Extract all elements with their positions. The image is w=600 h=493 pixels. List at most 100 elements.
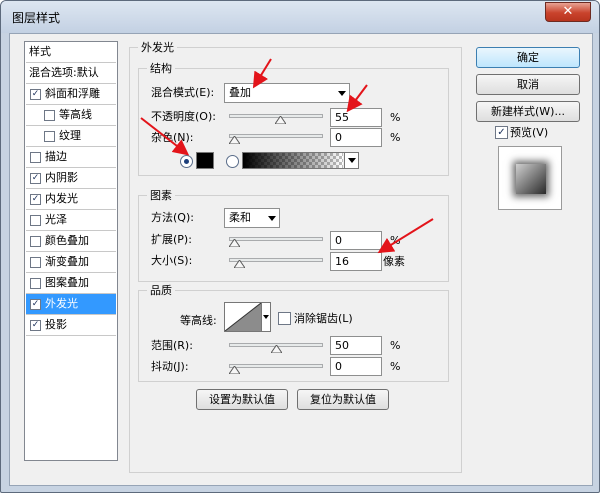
opacity-input[interactable]: 55	[330, 108, 382, 127]
style-list-item[interactable]: 图案叠加	[26, 273, 116, 294]
contour-curve-icon	[225, 303, 261, 331]
range-input[interactable]: 50	[330, 336, 382, 355]
style-list-label: 纹理	[59, 129, 81, 142]
dialog-body: 样式混合选项:默认 ✓ 斜面和浮雕等高线纹理描边 ✓ 内阴影 ✓ 内发光光泽颜色叠加渐变叠加…	[9, 33, 593, 486]
style-checkbox[interactable]	[30, 278, 41, 289]
new-style-button[interactable]: 新建样式(W)...	[476, 101, 580, 122]
spread-slider-thumb[interactable]	[229, 239, 240, 247]
structure-title: 结构	[147, 62, 175, 75]
size-slider-thumb[interactable]	[233, 260, 245, 268]
blend-mode-value: 叠加	[229, 86, 251, 99]
style-checkbox[interactable]	[44, 131, 55, 142]
style-list-item[interactable]: 渐变叠加	[26, 252, 116, 273]
cancel-button[interactable]: 取消	[476, 74, 580, 95]
spread-input[interactable]: 0	[330, 231, 382, 250]
preview-thumbnail	[516, 164, 546, 194]
technique-select[interactable]: 柔和	[224, 208, 280, 228]
style-list-item[interactable]: 颜色叠加	[26, 231, 116, 252]
elements-title: 图素	[147, 189, 175, 202]
style-list-label: 描边	[45, 150, 67, 163]
style-list-item[interactable]: ✓ 斜面和浮雕	[26, 84, 116, 105]
antialias-label: 消除锯齿(L)	[294, 312, 353, 325]
noise-unit: %	[390, 131, 401, 144]
style-list-label: 外发光	[45, 297, 78, 310]
style-list-item[interactable]: ✓ 内阴影	[26, 168, 116, 189]
glow-color-swatch[interactable]	[196, 152, 214, 169]
chevron-down-icon	[348, 158, 356, 163]
style-checkbox[interactable]	[30, 152, 41, 163]
style-checkbox[interactable]: ✓	[30, 89, 41, 100]
slider-thumb-icon	[274, 116, 286, 124]
style-list-item[interactable]: 描边	[26, 147, 116, 168]
gradient-picker[interactable]	[242, 152, 359, 169]
antialias-checkbox[interactable]	[278, 312, 291, 325]
close-button[interactable]: ✕	[545, 2, 591, 22]
layer-style-dialog: 图层样式 ✕ 样式混合选项:默认 ✓ 斜面和浮雕等高线纹理描边 ✓ 内阴影 ✓ 内发光光泽颜…	[0, 0, 600, 493]
gradient-dropdown-button[interactable]	[344, 153, 358, 168]
preview-checkbox[interactable]: ✓	[495, 126, 508, 139]
style-preview	[498, 146, 562, 210]
slider-thumb-icon	[229, 366, 240, 374]
style-checkbox[interactable]: ✓	[30, 320, 41, 331]
jitter-label: 抖动(J):	[151, 360, 189, 373]
size-input[interactable]: 16	[330, 252, 382, 271]
ok-button[interactable]: 确定	[476, 47, 580, 68]
style-list-label: 渐变叠加	[45, 255, 89, 268]
jitter-slider-track[interactable]	[229, 364, 323, 368]
style-checkbox[interactable]	[44, 110, 55, 121]
slider-thumb-icon	[229, 239, 240, 247]
noise-slider-track[interactable]	[229, 134, 323, 138]
noise-label: 杂色(N):	[151, 131, 194, 144]
opacity-slider-thumb[interactable]	[274, 116, 286, 124]
noise-input[interactable]: 0	[330, 128, 382, 147]
chevron-down-icon	[338, 91, 346, 96]
style-list-label: 样式	[29, 45, 51, 58]
set-default-button[interactable]: 设置为默认值	[196, 389, 288, 410]
spread-slider-track[interactable]	[229, 237, 323, 241]
spread-unit: %	[390, 234, 401, 247]
technique-label: 方法(Q):	[151, 211, 194, 224]
style-list-item[interactable]: 纹理	[26, 126, 116, 147]
noise-slider-thumb[interactable]	[229, 136, 240, 144]
solid-color-radio[interactable]	[180, 155, 193, 168]
jitter-slider-thumb[interactable]	[229, 366, 240, 374]
opacity-label: 不透明度(O):	[151, 110, 216, 123]
style-list-item[interactable]: 样式	[26, 42, 116, 63]
style-list-label: 混合选项:默认	[29, 66, 99, 79]
jitter-input[interactable]: 0	[330, 357, 382, 376]
style-checkbox[interactable]	[30, 215, 41, 226]
range-label: 范围(R):	[151, 339, 193, 352]
range-slider-thumb[interactable]	[270, 345, 282, 353]
reset-default-button[interactable]: 复位为默认值	[297, 389, 389, 410]
style-list-item[interactable]: 混合选项:默认	[26, 63, 116, 84]
jitter-unit: %	[390, 360, 401, 373]
window-title: 图层样式	[12, 11, 61, 25]
style-checkbox[interactable]: ✓	[30, 299, 41, 310]
preview-label: 预览(V)	[510, 126, 549, 139]
style-list-label: 内阴影	[45, 171, 78, 184]
style-list-item[interactable]: ✓ 内发光	[26, 189, 116, 210]
slider-thumb-icon	[270, 345, 282, 353]
style-checkbox[interactable]	[30, 236, 41, 247]
chevron-down-icon	[268, 216, 276, 221]
title-bar[interactable]: 图层样式 ✕	[1, 1, 599, 33]
style-list-label: 斜面和浮雕	[45, 87, 100, 100]
size-label: 大小(S):	[151, 254, 193, 267]
gradient-radio[interactable]	[226, 155, 239, 168]
blend-mode-select[interactable]: 叠加	[224, 83, 350, 103]
style-list: 样式混合选项:默认 ✓ 斜面和浮雕等高线纹理描边 ✓ 内阴影 ✓ 内发光光泽颜色叠加渐变叠加…	[24, 41, 118, 461]
style-list-item[interactable]: 等高线	[26, 105, 116, 126]
style-list-item[interactable]: ✓ 外发光	[26, 294, 116, 315]
blend-mode-label: 混合模式(E):	[151, 86, 215, 99]
style-list-item[interactable]: ✓ 投影	[26, 315, 116, 336]
style-checkbox[interactable]: ✓	[30, 194, 41, 205]
style-checkbox[interactable]	[30, 257, 41, 268]
range-unit: %	[390, 339, 401, 352]
style-list-label: 光泽	[45, 213, 67, 226]
style-checkbox[interactable]: ✓	[30, 173, 41, 184]
opacity-unit: %	[390, 111, 401, 124]
contour-dropdown-button[interactable]	[262, 302, 271, 332]
style-list-label: 等高线	[59, 108, 92, 121]
contour-picker[interactable]	[224, 302, 262, 332]
style-list-item[interactable]: 光泽	[26, 210, 116, 231]
